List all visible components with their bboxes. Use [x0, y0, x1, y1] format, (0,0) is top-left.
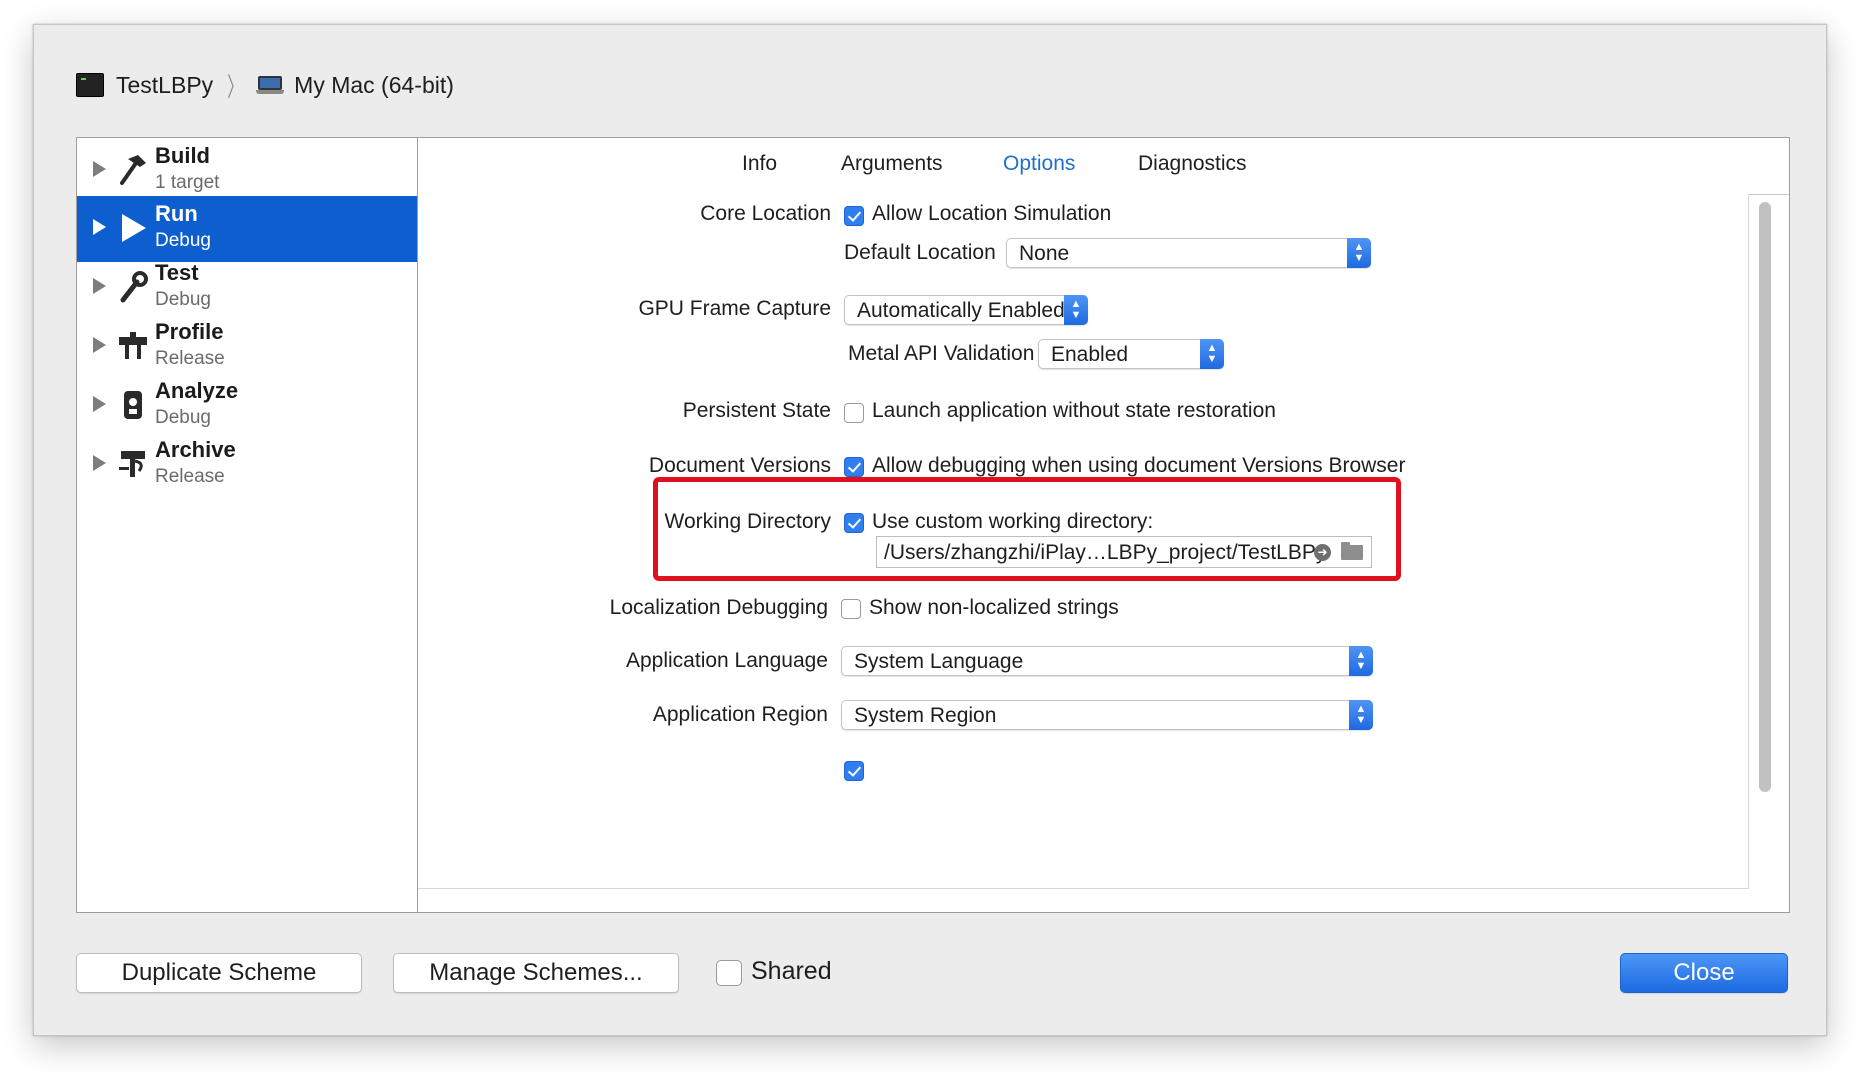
document-versions-label: Document Versions [648, 454, 831, 477]
application-region-value: System Region [854, 704, 997, 727]
sidebar-item-profile[interactable]: Profile Release [77, 314, 417, 380]
sidebar-item-test[interactable]: Test Debug [77, 255, 417, 321]
localization-debugging-label: Localization Debugging [609, 596, 828, 619]
allow-location-simulation-checkbox[interactable] [844, 206, 864, 226]
duplicate-scheme-button[interactable]: Duplicate Scheme [76, 953, 362, 993]
disclosure-triangle-icon[interactable] [93, 396, 106, 412]
tab-diagnostics[interactable]: Diagnostics [1138, 152, 1247, 176]
application-region-label: Application Region [652, 703, 828, 726]
allow-document-versions-debugging-checkbox[interactable] [844, 457, 864, 477]
application-language-label: Application Language [625, 649, 828, 672]
tab-options[interactable]: Options [1003, 152, 1075, 176]
tab-arguments[interactable]: Arguments [841, 152, 943, 176]
launch-without-state-restoration-checkbox[interactable] [844, 403, 864, 423]
run-options-pane: Info Arguments Options Diagnostics Core … [418, 138, 1789, 912]
shared-label: Shared [751, 957, 832, 985]
breadcrumb-scheme[interactable]: TestLBPy [116, 72, 213, 99]
updown-chevron-icon: ▲ ▼ [1200, 339, 1224, 369]
sidebar-item-label: Run [155, 201, 198, 226]
application-language-value: System Language [854, 650, 1024, 673]
sidebar-item-label: Profile [155, 319, 224, 344]
metal-api-validation-popup[interactable]: Enabled ▲ ▼ [1038, 339, 1224, 369]
sidebar-item-sublabel: Debug [155, 230, 211, 251]
sidebar-item-label: Build [155, 143, 210, 168]
sidebar-item-analyze[interactable]: Analyze Debug [77, 373, 417, 439]
launch-without-state-restoration-label: Launch application without state restora… [872, 399, 1276, 422]
manage-schemes-button[interactable]: Manage Schemes... [393, 953, 679, 993]
default-location-label: Default Location [844, 241, 996, 264]
gpu-frame-capture-value: Automatically Enabled [857, 299, 1065, 322]
scheme-editor-main: Build 1 target Run Debug Test Debug Prof… [76, 137, 1790, 913]
sidebar-item-label: Analyze [155, 378, 239, 403]
disclosure-triangle-icon[interactable] [93, 455, 106, 471]
terminal-icon [76, 73, 104, 97]
play-icon [115, 208, 151, 248]
show-non-localized-strings-label: Show non-localized strings [869, 596, 1119, 619]
disclosure-triangle-icon[interactable] [93, 161, 106, 177]
vertical-scrollbar[interactable] [1756, 198, 1774, 888]
sidebar-item-sublabel: 1 target [155, 172, 220, 193]
sidebar-item-sublabel: Release [155, 348, 225, 369]
updown-chevron-icon: ▲ ▼ [1349, 646, 1373, 676]
core-location-label: Core Location [700, 202, 831, 225]
gpu-frame-capture-popup[interactable]: Automatically Enabled ▲ ▼ [844, 295, 1088, 325]
action-sidebar: Build 1 target Run Debug Test Debug Prof… [77, 138, 418, 912]
show-non-localized-strings-checkbox[interactable] [841, 599, 861, 619]
disclosure-triangle-icon[interactable] [93, 219, 106, 235]
analyze-icon [115, 385, 151, 425]
options-form: Core Location Allow Location Simulation … [418, 194, 1749, 889]
hammer-icon [115, 150, 151, 190]
shared-checkbox[interactable] [716, 960, 742, 986]
archive-icon [115, 444, 151, 484]
gpu-frame-capture-label: GPU Frame Capture [638, 297, 831, 320]
sidebar-item-sublabel: Debug [155, 289, 211, 310]
updown-chevron-icon: ▲ ▼ [1349, 700, 1373, 730]
application-language-popup[interactable]: System Language ▲ ▼ [841, 646, 1373, 676]
allow-location-simulation-label: Allow Location Simulation [872, 202, 1112, 225]
sidebar-item-archive[interactable]: Archive Release [77, 432, 417, 498]
scheme-editor-sheet: TestLBPy 〉 My Mac (64-bit) Build 1 targe… [33, 24, 1827, 1036]
laptop-icon [256, 76, 285, 94]
breadcrumb: TestLBPy 〉 My Mac (64-bit) [76, 67, 454, 103]
highlight-annotation-box [653, 477, 1401, 581]
wrench-icon [115, 267, 151, 307]
tab-info[interactable]: Info [742, 152, 777, 176]
sidebar-item-sublabel: Debug [155, 407, 211, 428]
default-location-value: None [1019, 242, 1070, 265]
close-button[interactable]: Close [1620, 953, 1788, 993]
gauge-icon [115, 326, 151, 366]
disclosure-triangle-icon[interactable] [93, 278, 106, 294]
sidebar-item-label: Test [155, 260, 199, 285]
sidebar-item-label: Archive [155, 437, 236, 462]
breadcrumb-destination[interactable]: My Mac (64-bit) [294, 72, 454, 99]
metal-api-validation-value: Enabled [1051, 343, 1129, 366]
sidebar-item-run[interactable]: Run Debug [77, 196, 417, 262]
persistent-state-label: Persistent State [682, 399, 831, 422]
default-location-popup[interactable]: None ▲ ▼ [1006, 238, 1371, 268]
disclosure-triangle-icon[interactable] [93, 337, 106, 353]
updown-chevron-icon: ▲ ▼ [1064, 295, 1088, 325]
sidebar-item-sublabel: Release [155, 466, 225, 487]
tab-bar: Info Arguments Options Diagnostics [418, 138, 1789, 195]
next-option-checkbox[interactable] [844, 761, 864, 781]
scrollbar-thumb[interactable] [1759, 202, 1771, 792]
allow-document-versions-debugging-label: Allow debugging when using document Vers… [872, 454, 1406, 477]
sidebar-item-build[interactable]: Build 1 target [77, 138, 417, 204]
metal-api-validation-label: Metal API Validation [848, 342, 1035, 365]
application-region-popup[interactable]: System Region ▲ ▼ [841, 700, 1373, 730]
chevron-right-icon: 〉 [227, 71, 243, 102]
updown-chevron-icon: ▲ ▼ [1347, 238, 1371, 268]
